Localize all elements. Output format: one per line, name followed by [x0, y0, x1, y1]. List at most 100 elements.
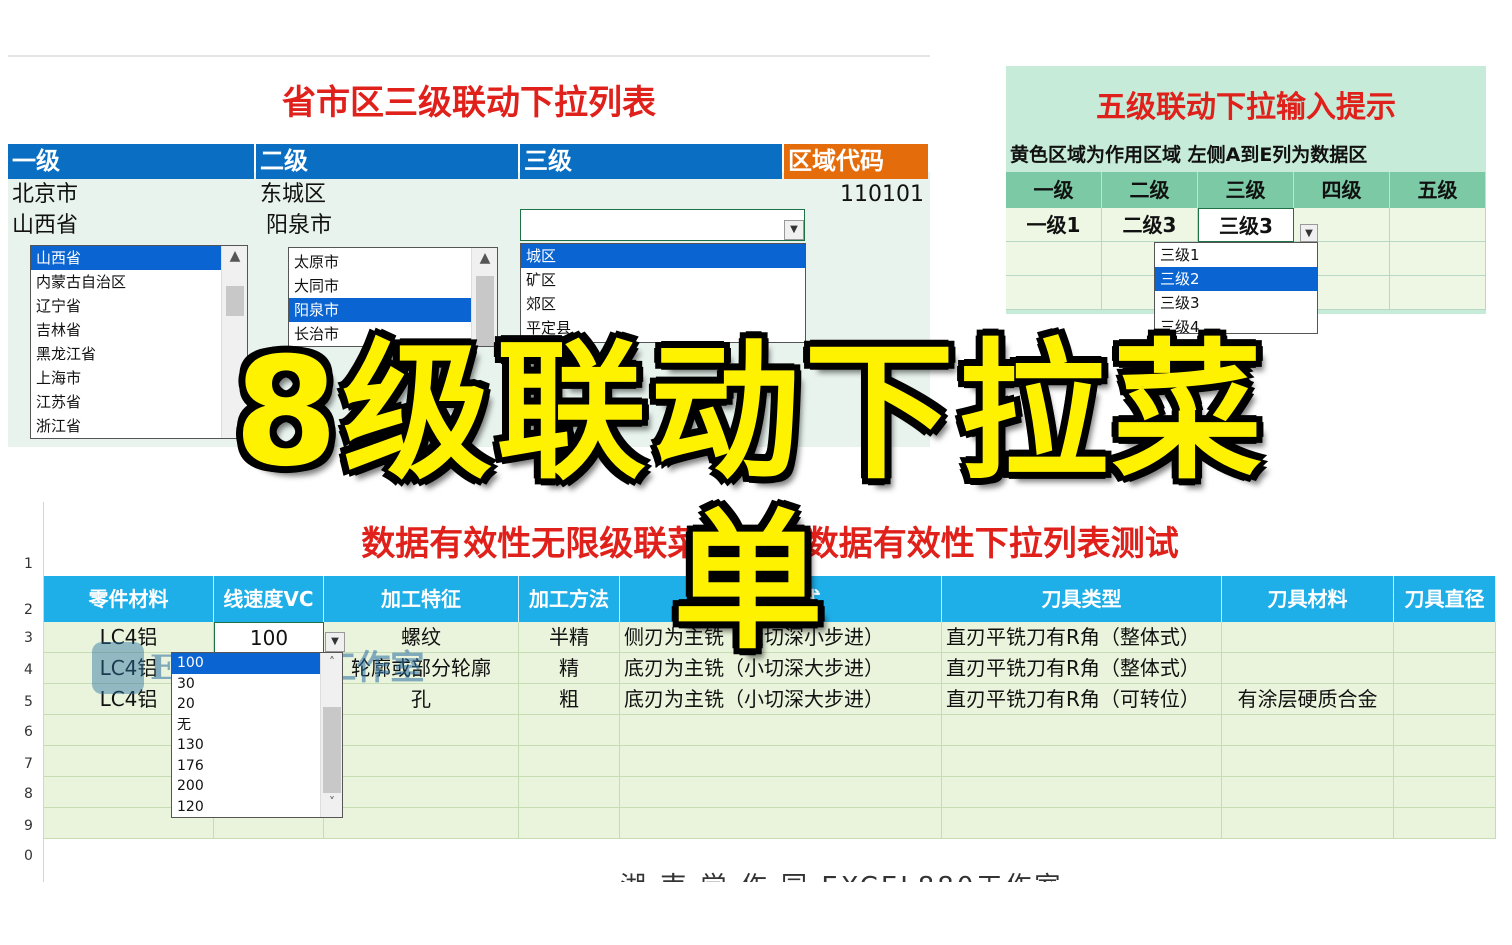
header-tool-material: 刀具材料: [1222, 576, 1394, 622]
cell-region-code[interactable]: 110101: [784, 179, 924, 210]
cell-tool-diameter[interactable]: [1394, 653, 1496, 684]
empty-cell[interactable]: [1390, 242, 1486, 276]
cell-machining-method[interactable]: 精: [519, 653, 620, 684]
list-option[interactable]: 176: [172, 756, 342, 777]
list-option[interactable]: 阳泉市: [289, 298, 497, 322]
row-number: 3: [24, 630, 33, 646]
cell-level2[interactable]: 东城区: [260, 179, 516, 210]
empty-cell[interactable]: [620, 746, 942, 777]
empty-cell[interactable]: [1222, 777, 1394, 808]
list-option[interactable]: 三级2: [1155, 267, 1317, 291]
empty-cell[interactable]: [324, 715, 519, 746]
list-option[interactable]: 三级1: [1155, 243, 1317, 267]
list-option[interactable]: 太原市: [289, 250, 497, 274]
empty-cell[interactable]: [1006, 276, 1102, 310]
row-number: 9: [24, 818, 33, 834]
cell-level2[interactable]: 二级3: [1102, 208, 1198, 242]
cell-tool-type[interactable]: 直刃平铣刀有R角（可转位）: [942, 684, 1222, 715]
bottom-caption: 湖 南 学 作 园 EXCEL880工作室: [620, 866, 1063, 882]
empty-cell[interactable]: [1394, 777, 1496, 808]
empty-cell[interactable]: [942, 808, 1222, 839]
empty-cell[interactable]: [519, 777, 620, 808]
scroll-thumb[interactable]: [323, 707, 341, 793]
cell-tool-type[interactable]: 直刃平铣刀有R角（整体式）: [942, 653, 1222, 684]
header-cutting-speed: 线速度VC: [214, 576, 324, 622]
scroll-up-icon[interactable]: ˄: [321, 655, 342, 677]
cell-tool-type[interactable]: 直刃平铣刀有R角（整体式）: [942, 622, 1222, 653]
overlay-title: 8级联动下拉菜单: [233, 326, 1267, 670]
empty-cell[interactable]: [1394, 746, 1496, 777]
empty-cell[interactable]: [1222, 715, 1394, 746]
cell-machining-method[interactable]: 半精: [519, 622, 620, 653]
dropdown-arrow-icon[interactable]: ▼: [325, 632, 345, 652]
dropdown-list-vc[interactable]: 100 30 20 无 130 176 200 120 ˄ ˅: [171, 652, 343, 818]
empty-cell[interactable]: [519, 746, 620, 777]
row-number-column: 1 2 3 4 5 6 7 8 9 0: [22, 502, 44, 882]
empty-cell[interactable]: [1390, 276, 1486, 310]
list-option[interactable]: 100: [172, 653, 342, 674]
list-option[interactable]: 辽宁省: [31, 294, 247, 318]
dropdown-arrow-icon[interactable]: ▼: [784, 220, 804, 240]
list-option[interactable]: 120: [172, 797, 342, 818]
empty-cell[interactable]: [324, 808, 519, 839]
header-level-5: 五级: [1390, 172, 1486, 208]
sheet-title: 省市区三级联动下拉列表: [282, 83, 656, 123]
empty-cell[interactable]: [1394, 715, 1496, 746]
row-number: 7: [24, 756, 33, 772]
list-option[interactable]: 200: [172, 776, 342, 797]
list-option[interactable]: 无: [172, 715, 342, 736]
header-level-1: 一级: [8, 144, 254, 179]
list-option[interactable]: 30: [172, 674, 342, 695]
cell-level1[interactable]: 山西省: [12, 210, 252, 241]
empty-cell[interactable]: [324, 777, 519, 808]
cell-tool-diameter[interactable]: [1394, 684, 1496, 715]
dropdown-list-level3[interactable]: 三级1 三级2 三级3 三级4: [1154, 242, 1318, 334]
list-scrollbar[interactable]: ˄ ˅: [320, 653, 342, 817]
dropdown-arrow-icon[interactable]: ▼: [1300, 224, 1318, 242]
list-option[interactable]: 山西省: [31, 246, 247, 270]
empty-cell[interactable]: [620, 808, 942, 839]
list-option[interactable]: 郊区: [521, 292, 805, 316]
cell-level5[interactable]: [1390, 208, 1486, 242]
list-option[interactable]: 大同市: [289, 274, 497, 298]
list-option[interactable]: 三级3: [1155, 291, 1317, 315]
empty-cell[interactable]: [519, 808, 620, 839]
header-level-2: 二级: [1102, 172, 1198, 208]
list-option[interactable]: 130: [172, 735, 342, 756]
list-option[interactable]: 城区: [521, 244, 805, 268]
header-tool-diameter: 刀具直径: [1394, 576, 1496, 622]
scroll-up-icon[interactable]: ▲: [222, 248, 247, 270]
scroll-thumb[interactable]: [226, 286, 244, 316]
cell-level1[interactable]: 一级1: [1006, 208, 1102, 242]
scroll-down-icon[interactable]: ˅: [321, 795, 342, 817]
row-number: 1: [24, 556, 33, 572]
empty-cell[interactable]: [620, 715, 942, 746]
active-cell-level3[interactable]: 三级3: [1198, 208, 1294, 242]
cell-machining-method[interactable]: 粗: [519, 684, 620, 715]
cell-tool-diameter[interactable]: [1394, 622, 1496, 653]
cell-tool-material[interactable]: [1222, 653, 1394, 684]
scroll-up-icon[interactable]: ▲: [472, 250, 497, 272]
row-number: 2: [24, 602, 33, 618]
empty-cell[interactable]: [519, 715, 620, 746]
empty-cell[interactable]: [942, 746, 1222, 777]
list-option[interactable]: 内蒙古自治区: [31, 270, 247, 294]
cell-tool-material[interactable]: 有涂层硬质合金: [1222, 684, 1394, 715]
list-option[interactable]: 20: [172, 694, 342, 715]
empty-cell[interactable]: [1222, 808, 1394, 839]
empty-cell[interactable]: [620, 777, 942, 808]
empty-cell[interactable]: [1006, 242, 1102, 276]
cell-tool-material[interactable]: [1222, 622, 1394, 653]
cell-level1[interactable]: 北京市: [12, 179, 252, 210]
empty-cell[interactable]: [942, 715, 1222, 746]
cell-machining-mode[interactable]: 底刃为主铣（小切深大步进）: [620, 684, 942, 715]
cell-level2[interactable]: 阳泉市: [266, 210, 516, 241]
empty-cell[interactable]: [942, 777, 1222, 808]
active-cell-level3[interactable]: [520, 209, 805, 241]
empty-cell[interactable]: [324, 746, 519, 777]
header-level-4: 四级: [1294, 172, 1390, 208]
empty-cell[interactable]: [1222, 746, 1394, 777]
list-option[interactable]: 矿区: [521, 268, 805, 292]
row-number: 4: [24, 662, 33, 678]
empty-cell[interactable]: [1394, 808, 1496, 839]
